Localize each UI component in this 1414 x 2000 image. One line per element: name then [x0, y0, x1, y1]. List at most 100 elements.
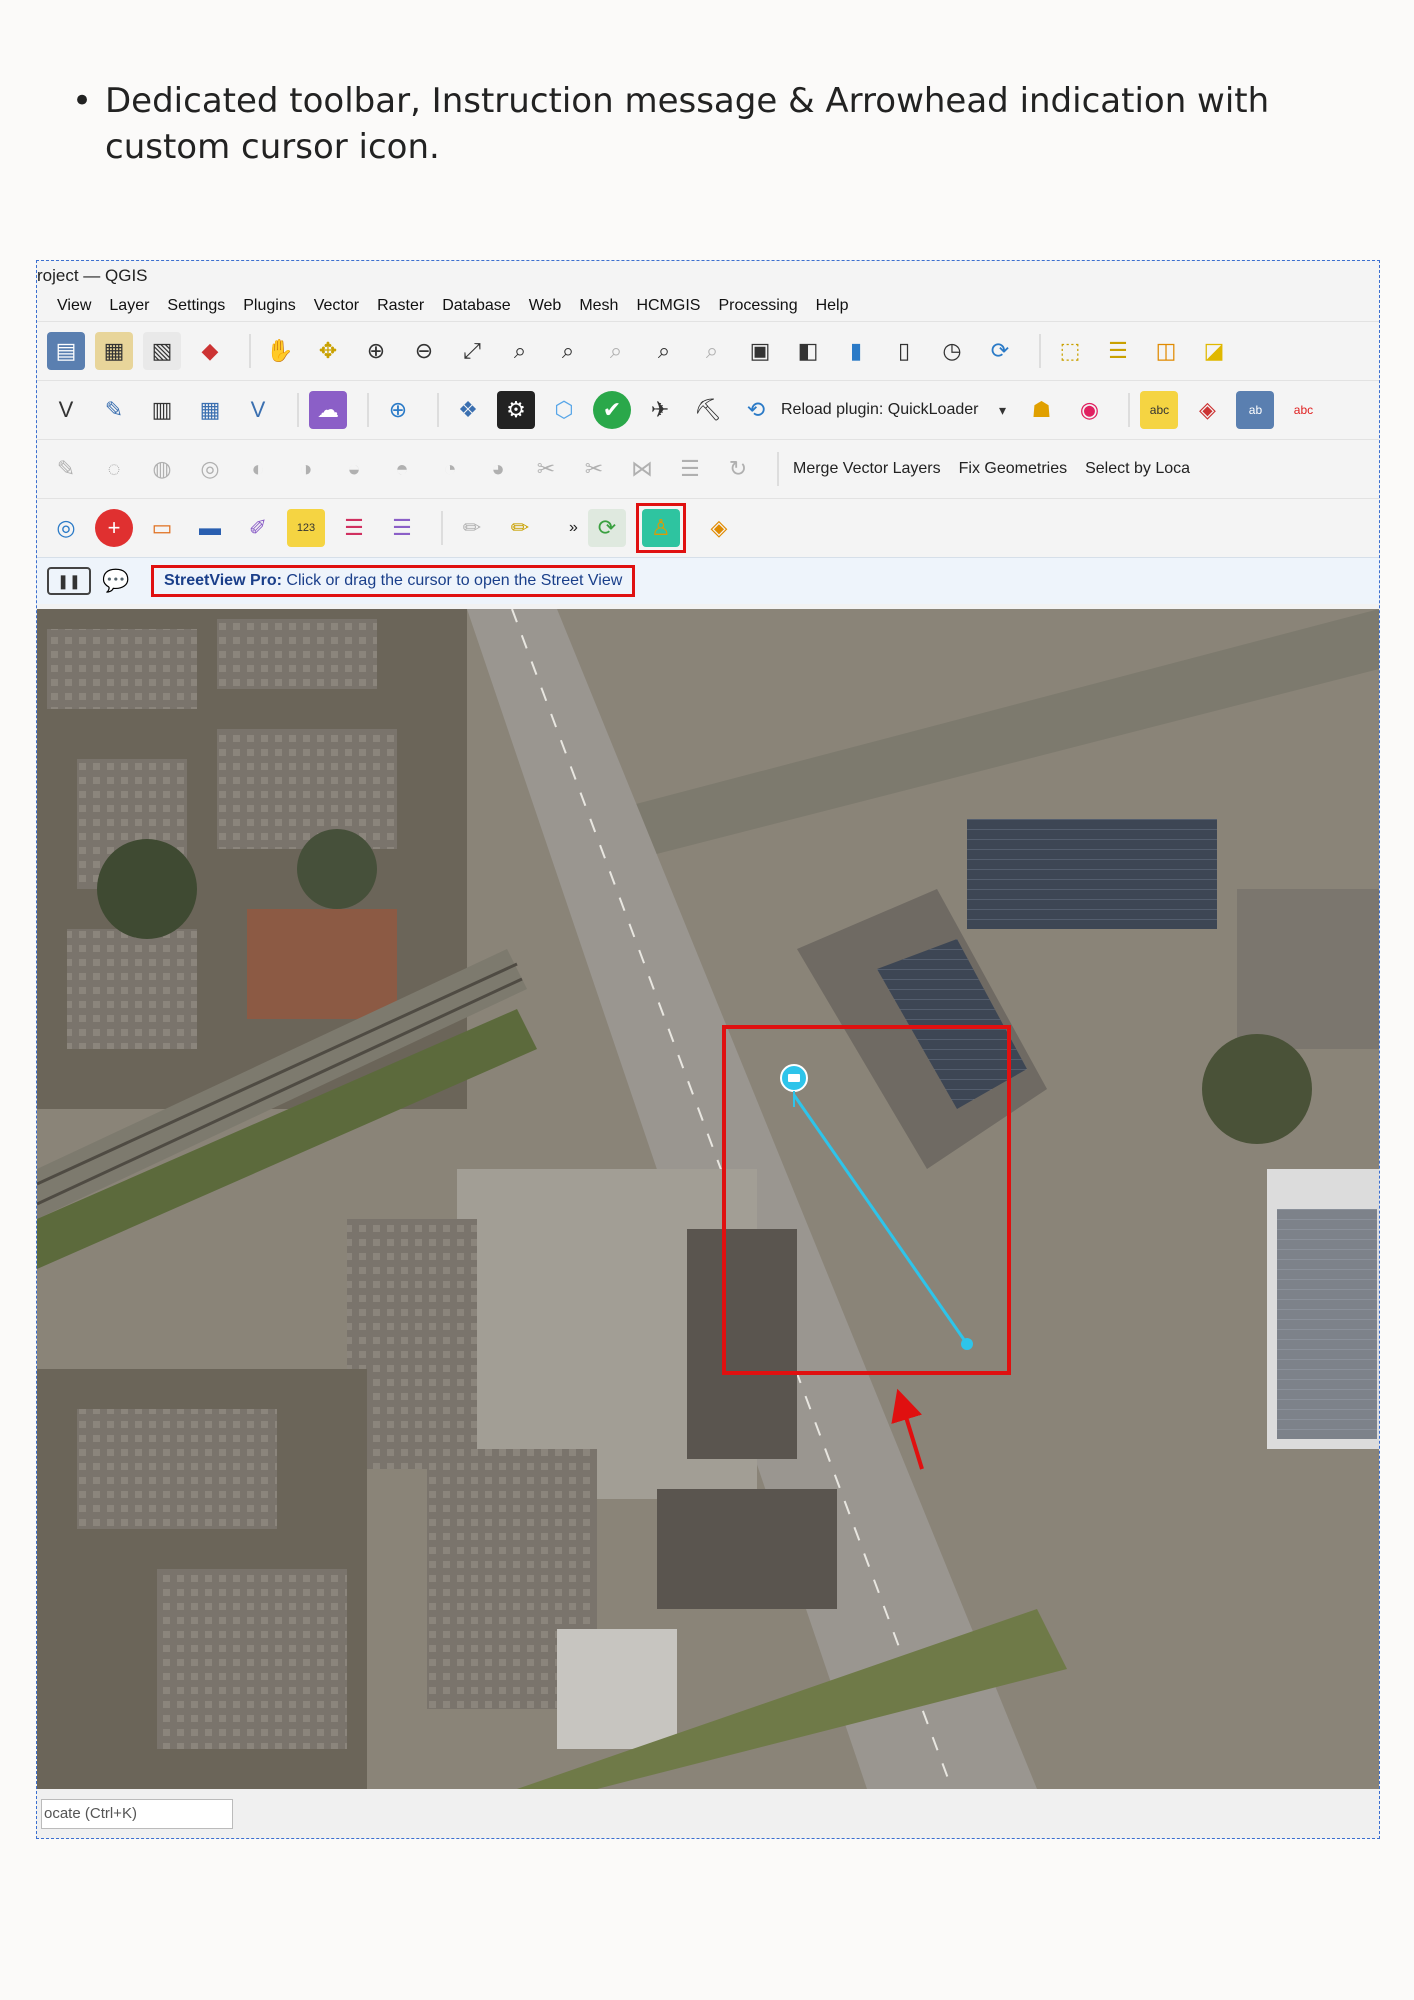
layout-manager-icon[interactable]: ▧ — [143, 332, 181, 370]
mesh-layer-icon[interactable]: ▦ — [191, 391, 229, 429]
menu-settings[interactable]: Settings — [167, 297, 225, 315]
new-bookmark-icon[interactable]: ▣ — [741, 332, 779, 370]
python-icon[interactable]: ❖ — [449, 391, 487, 429]
lines-alt-icon[interactable]: ☰ — [383, 509, 421, 547]
more-tools-button[interactable]: » — [569, 519, 578, 537]
hexagon-icon[interactable]: ⬡ — [545, 391, 583, 429]
add-ring-icon[interactable]: ◌ — [95, 450, 133, 488]
menu-raster[interactable]: Raster — [377, 297, 424, 315]
separator — [367, 393, 369, 427]
toolbar-project: ▤ ▦ ▧ ◆ ✋ ✥ ⊕ ⊖ ⤢ ⌕ ⌕ ⌕ ⌕ ⌕ ▣ ◧ ▮ ▯ ◷ ⟳ … — [37, 321, 1379, 380]
add-icon[interactable]: + — [95, 509, 133, 547]
reshape-icon[interactable]: ◓ — [383, 450, 421, 488]
split-parts-icon[interactable]: ✂ — [575, 450, 613, 488]
check-icon[interactable]: ✔ — [593, 391, 631, 429]
virtual-layer-icon[interactable]: V — [239, 391, 277, 429]
pickaxe-icon[interactable]: ⛏ — [689, 391, 727, 429]
offset-curve-icon[interactable]: ◔ — [431, 450, 469, 488]
menu-web[interactable]: Web — [529, 297, 562, 315]
label-icon[interactable]: abc — [1140, 391, 1179, 429]
select-by-location-button[interactable]: Select by Loca — [1085, 460, 1190, 478]
cloud-icon[interactable]: ☁ — [309, 391, 347, 429]
split-features-icon[interactable]: ✂ — [527, 450, 565, 488]
gps-icon[interactable]: ◎ — [47, 509, 85, 547]
new-vector-layer-icon[interactable]: V — [47, 391, 85, 429]
map-canvas[interactable] — [37, 609, 1379, 1789]
pin-icon[interactable]: ◉ — [1070, 391, 1108, 429]
pan-icon[interactable]: ✋ — [261, 332, 299, 370]
menu-layer[interactable]: Layer — [109, 297, 149, 315]
reload-plugin-label[interactable]: Reload plugin: QuickLoader — [781, 401, 978, 419]
attribute-table-icon[interactable]: ☰ — [1099, 332, 1137, 370]
zoom-last-icon[interactable]: ⌕ — [645, 332, 683, 370]
lines-icon[interactable]: ☰ — [335, 509, 373, 547]
paint-icon[interactable]: ✐ — [239, 509, 277, 547]
new-print-layout-icon[interactable]: ▦ — [95, 332, 133, 370]
clock-icon[interactable]: ◷ — [933, 332, 971, 370]
label-123-icon[interactable]: 123 — [287, 509, 325, 547]
zoom-native-icon[interactable]: ⌕ — [597, 332, 635, 370]
zoom-out-icon[interactable]: ⊖ — [405, 332, 443, 370]
style-manager-icon[interactable]: ◆ — [191, 332, 229, 370]
simplify-icon[interactable]: ◍ — [143, 450, 181, 488]
menu-hcmgis[interactable]: HCMGIS — [636, 297, 700, 315]
menu-help[interactable]: Help — [816, 297, 849, 315]
raster-layer-icon[interactable]: ▥ — [143, 391, 181, 429]
zoom-full-icon[interactable]: ⤢ — [453, 332, 491, 370]
merge-features-icon[interactable]: ⋈ — [623, 450, 661, 488]
delete-ring-icon[interactable]: ◑ — [287, 450, 325, 488]
label-pin-icon[interactable]: ab — [1236, 391, 1275, 429]
fix-geometries-button[interactable]: Fix Geometries — [959, 460, 1067, 478]
layers-icon[interactable]: ◈ — [700, 509, 738, 547]
menu-database[interactable]: Database — [442, 297, 511, 315]
menu-processing[interactable]: Processing — [718, 297, 797, 315]
speech-bubble-icon[interactable]: 💬 — [101, 562, 131, 600]
pan-to-selection-icon[interactable]: ✥ — [309, 332, 347, 370]
building — [657, 1489, 837, 1609]
deselect-icon[interactable]: ◫ — [1147, 332, 1185, 370]
locator-search-input[interactable]: ocate (Ctrl+K) — [41, 1799, 233, 1829]
zoom-in-icon[interactable]: ⊕ — [357, 332, 395, 370]
diagram-icon[interactable]: ◈ — [1188, 391, 1226, 429]
plane-icon[interactable]: ✈ — [641, 391, 679, 429]
temporal-controller-icon[interactable]: ▮ — [837, 332, 875, 370]
pause-icon[interactable]: ❚❚ — [47, 567, 91, 595]
table-icon[interactable]: ▭ — [143, 509, 181, 547]
plugin-settings-icon[interactable]: ⚙ — [497, 391, 535, 429]
merge-attributes-icon[interactable]: ☰ — [671, 450, 709, 488]
identify-icon[interactable]: ◪ — [1195, 332, 1233, 370]
select-features-icon[interactable]: ⬚ — [1051, 332, 1089, 370]
zoom-layer-icon[interactable]: ⌕ — [549, 332, 587, 370]
zoom-next-icon[interactable]: ⌕ — [693, 332, 731, 370]
label-hide-icon[interactable]: abc — [1284, 391, 1322, 429]
reload-icon[interactable]: ⟲ — [737, 391, 775, 429]
sync-icon[interactable]: ⟳ — [587, 509, 626, 547]
pencil-disabled-icon[interactable]: ✏ — [453, 509, 491, 547]
separator — [1128, 393, 1131, 427]
separator — [441, 511, 443, 545]
grid-icon[interactable]: ▬ — [191, 509, 229, 547]
refresh-icon[interactable]: ⟳ — [981, 332, 1019, 370]
digitize-icon[interactable]: ✎ — [95, 391, 133, 429]
vertex-tool-icon[interactable]: ✎ — [47, 450, 85, 488]
show-bookmarks-icon[interactable]: ◧ — [789, 332, 827, 370]
fill-ring-icon[interactable]: ◐ — [239, 450, 277, 488]
pencil-icon[interactable]: ✏ — [501, 509, 539, 547]
rotate-symbols-icon[interactable]: ↻ — [719, 450, 757, 488]
globe-icon[interactable]: ⊕ — [379, 391, 417, 429]
map-tips-icon[interactable]: ▯ — [885, 332, 923, 370]
menu-plugins[interactable]: Plugins — [243, 297, 295, 315]
save-icon[interactable]: ▤ — [47, 332, 85, 370]
menu-mesh[interactable]: Mesh — [579, 297, 618, 315]
reverse-line-icon[interactable]: ◕ — [479, 450, 517, 488]
merge-vector-layers-button[interactable]: Merge Vector Layers — [793, 460, 941, 478]
person-icon[interactable]: ☗ — [1022, 391, 1060, 429]
streetview-icon[interactable]: ♙ — [641, 509, 680, 547]
message-bar: ❚❚ 💬 StreetView Pro: Click or drag the c… — [37, 557, 1379, 604]
zoom-selection-icon[interactable]: ⌕ — [501, 332, 539, 370]
chevron-down-icon[interactable]: ▾ — [992, 391, 1012, 429]
menu-vector[interactable]: Vector — [314, 297, 359, 315]
add-part-icon[interactable]: ◎ — [191, 450, 229, 488]
delete-part-icon[interactable]: ◒ — [335, 450, 373, 488]
menu-view[interactable]: View — [57, 297, 91, 315]
